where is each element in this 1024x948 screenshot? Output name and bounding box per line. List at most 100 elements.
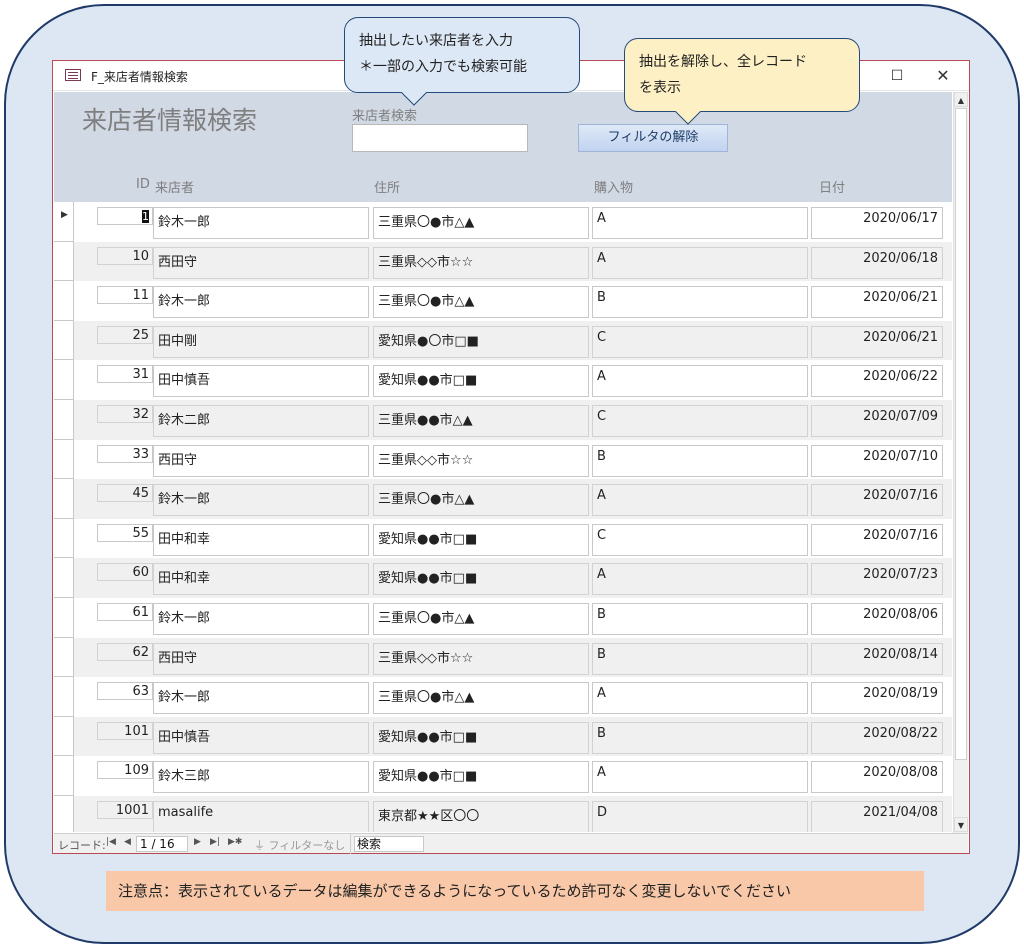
- record-selector[interactable]: [54, 558, 74, 598]
- table-row[interactable]: 45 鈴木一郎 三重県〇●市△▲ A 2020/07/16: [54, 479, 952, 519]
- item-cell[interactable]: A: [592, 563, 808, 596]
- id-cell[interactable]: 32: [97, 404, 153, 423]
- address-cell[interactable]: 愛知県●〇市□■: [373, 325, 589, 358]
- name-cell[interactable]: 田中慎吾: [153, 365, 369, 398]
- address-cell[interactable]: 三重県◇◇市☆☆: [373, 444, 589, 477]
- name-cell[interactable]: 田中慎吾: [153, 721, 369, 754]
- table-row[interactable]: 10 西田守 三重県◇◇市☆☆ A 2020/06/18: [54, 241, 952, 282]
- address-cell[interactable]: 三重県〇●市△▲: [373, 484, 589, 517]
- scroll-down-icon[interactable]: ▼: [954, 817, 968, 832]
- address-cell[interactable]: 愛知県●●市□■: [373, 563, 589, 596]
- close-button[interactable]: ✕: [931, 65, 955, 87]
- name-cell[interactable]: 鈴木一郎: [153, 602, 369, 635]
- address-cell[interactable]: 愛知県●●市□■: [373, 721, 589, 754]
- name-cell[interactable]: 鈴木二郎: [153, 404, 369, 437]
- item-cell[interactable]: A: [592, 761, 808, 794]
- scroll-up-icon[interactable]: ▲: [954, 92, 968, 107]
- table-row[interactable]: 61 鈴木一郎 三重県〇●市△▲ B 2020/08/06: [54, 597, 952, 638]
- table-row[interactable]: 109 鈴木三郎 愛知県●●市□■ A 2020/08/08: [54, 756, 952, 796]
- id-cell[interactable]: 33: [97, 444, 153, 463]
- record-selector[interactable]: [54, 241, 74, 282]
- address-cell[interactable]: 東京都★★区〇〇: [373, 800, 589, 832]
- item-cell[interactable]: B: [592, 602, 808, 635]
- date-cell[interactable]: 2020/06/22: [811, 365, 943, 398]
- last-record-icon[interactable]: ▶|: [210, 837, 220, 847]
- address-cell[interactable]: 三重県●●市△▲: [373, 404, 589, 437]
- clear-filter-button[interactable]: フィルタの解除: [578, 124, 728, 152]
- item-cell[interactable]: C: [592, 404, 808, 437]
- date-cell[interactable]: 2020/08/06: [811, 602, 943, 635]
- table-row[interactable]: 25 田中剛 愛知県●〇市□■ C 2020/06/21: [54, 320, 952, 361]
- record-selector[interactable]: [54, 399, 74, 440]
- item-cell[interactable]: A: [592, 484, 808, 517]
- record-selector[interactable]: ▶: [54, 202, 74, 242]
- id-cell[interactable]: 101: [97, 721, 153, 740]
- address-cell[interactable]: 愛知県●●市□■: [373, 761, 589, 794]
- id-cell[interactable]: 1: [97, 207, 153, 225]
- table-row[interactable]: 62 西田守 三重県◇◇市☆☆ B 2020/08/14: [54, 637, 952, 678]
- date-cell[interactable]: 2020/07/23: [811, 563, 943, 596]
- record-selector[interactable]: [54, 360, 74, 400]
- table-row[interactable]: 1001 masalife 東京都★★区〇〇 D 2021/04/08: [54, 795, 952, 832]
- search-input[interactable]: [352, 124, 528, 152]
- id-cell[interactable]: 1001: [97, 800, 153, 819]
- scroll-thumb[interactable]: [955, 108, 967, 760]
- name-cell[interactable]: 鈴木三郎: [153, 761, 369, 794]
- item-cell[interactable]: A: [592, 246, 808, 279]
- name-cell[interactable]: masalife: [153, 800, 369, 832]
- item-cell[interactable]: D: [592, 800, 808, 832]
- table-row[interactable]: 55 田中和幸 愛知県●●市□■ C 2020/07/16: [54, 518, 952, 559]
- id-cell[interactable]: 25: [97, 325, 153, 344]
- item-cell[interactable]: B: [592, 642, 808, 675]
- address-cell[interactable]: 三重県◇◇市☆☆: [373, 246, 589, 279]
- date-cell[interactable]: 2021/04/08: [811, 800, 943, 832]
- id-cell[interactable]: 63: [97, 682, 153, 701]
- address-cell[interactable]: 三重県〇●市△▲: [373, 286, 589, 319]
- new-record-icon[interactable]: ▶✱: [228, 837, 242, 847]
- item-cell[interactable]: B: [592, 286, 808, 319]
- date-cell[interactable]: 2020/08/08: [811, 761, 943, 794]
- name-cell[interactable]: 鈴木一郎: [153, 682, 369, 715]
- table-row[interactable]: 60 田中和幸 愛知県●●市□■ A 2020/07/23: [54, 558, 952, 598]
- record-selector[interactable]: [54, 795, 74, 832]
- record-selector[interactable]: [54, 518, 74, 559]
- item-cell[interactable]: A: [592, 365, 808, 398]
- record-selector[interactable]: [54, 320, 74, 361]
- id-cell[interactable]: 61: [97, 602, 153, 621]
- date-cell[interactable]: 2020/07/16: [811, 484, 943, 517]
- item-cell[interactable]: C: [592, 325, 808, 358]
- item-cell[interactable]: C: [592, 523, 808, 556]
- item-cell[interactable]: B: [592, 444, 808, 477]
- name-cell[interactable]: 田中和幸: [153, 523, 369, 556]
- id-cell[interactable]: 62: [97, 642, 153, 661]
- address-cell[interactable]: 三重県〇●市△▲: [373, 682, 589, 715]
- table-row[interactable]: 31 田中慎吾 愛知県●●市□■ A 2020/06/22: [54, 360, 952, 400]
- table-row[interactable]: 33 西田守 三重県◇◇市☆☆ B 2020/07/10: [54, 439, 952, 480]
- record-selector[interactable]: [54, 756, 74, 796]
- name-cell[interactable]: 田中剛: [153, 325, 369, 358]
- address-cell[interactable]: 三重県◇◇市☆☆: [373, 642, 589, 675]
- first-record-icon[interactable]: |◀: [106, 837, 116, 847]
- date-cell[interactable]: 2020/08/22: [811, 721, 943, 754]
- item-cell[interactable]: B: [592, 721, 808, 754]
- name-cell[interactable]: 西田守: [153, 642, 369, 675]
- record-selector[interactable]: [54, 677, 74, 717]
- table-row[interactable]: 101 田中慎吾 愛知県●●市□■ B 2020/08/22: [54, 716, 952, 757]
- record-selector[interactable]: [54, 637, 74, 678]
- name-cell[interactable]: 田中和幸: [153, 563, 369, 596]
- prev-record-icon[interactable]: ◀: [124, 837, 131, 847]
- item-cell[interactable]: A: [592, 682, 808, 715]
- filter-status[interactable]: ⏚ フィルターなし: [254, 837, 345, 853]
- record-selector[interactable]: [54, 439, 74, 480]
- id-cell[interactable]: 11: [97, 286, 153, 305]
- name-cell[interactable]: 西田守: [153, 246, 369, 279]
- date-cell[interactable]: 2020/06/21: [811, 325, 943, 358]
- name-cell[interactable]: 鈴木一郎: [153, 484, 369, 517]
- date-cell[interactable]: 2020/06/21: [811, 286, 943, 319]
- id-cell[interactable]: 10: [97, 246, 153, 265]
- name-cell[interactable]: 西田守: [153, 444, 369, 477]
- horizontal-scroll-track[interactable]: [426, 838, 946, 850]
- date-cell[interactable]: 2020/07/16: [811, 523, 943, 556]
- maximize-button[interactable]: ☐: [885, 65, 909, 87]
- record-selector[interactable]: [54, 281, 74, 321]
